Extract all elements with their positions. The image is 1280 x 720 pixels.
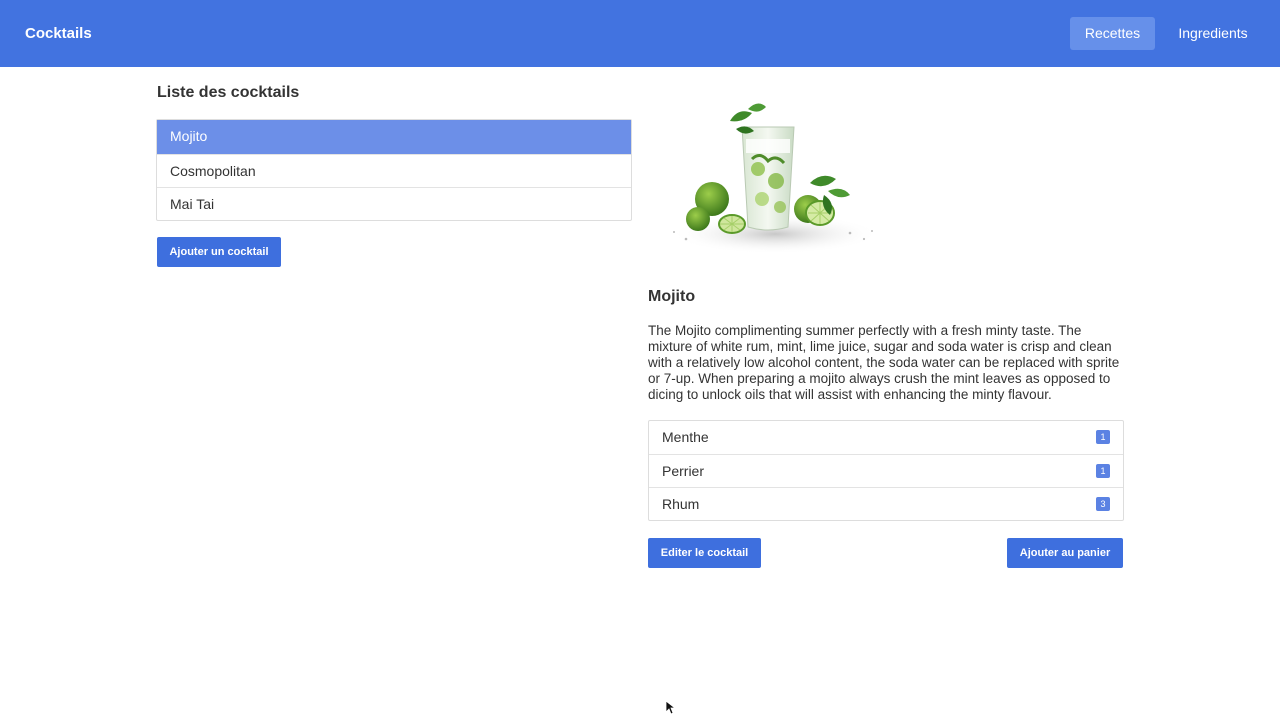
cocktail-list-item-mojito[interactable]: Mojito [157, 120, 631, 154]
mouse-cursor-icon [665, 700, 675, 715]
cocktail-list-item-cosmopolitan[interactable]: Cosmopolitan [157, 154, 631, 187]
cocktail-list-title: Liste des cocktails [157, 84, 300, 101]
quantity-badge: 3 [1096, 497, 1110, 511]
cocktail-image [670, 103, 880, 254]
brand-title[interactable]: Cocktails [25, 24, 92, 44]
cocktail-list: Mojito Cosmopolitan Mai Tai [156, 119, 632, 221]
cocktail-list-item-mai-tai[interactable]: Mai Tai [157, 187, 631, 220]
cocktail-detail-title: Mojito [648, 288, 696, 305]
add-cocktail-button[interactable]: Ajouter un cocktail [157, 237, 281, 267]
nav-link-ingredients[interactable]: Ingredients [1168, 17, 1258, 50]
ingredient-name: Rhum [662, 496, 700, 512]
add-to-cart-button[interactable]: Ajouter au panier [1007, 538, 1123, 568]
nav-link-recettes[interactable]: Recettes [1070, 17, 1155, 50]
ingredient-item[interactable]: Rhum 3 [649, 487, 1123, 520]
cocktail-description: The Mojito complimenting summer perfectl… [648, 323, 1120, 402]
edit-cocktail-button[interactable]: Editer le cocktail [648, 538, 761, 568]
ingredient-list: Menthe 1 Perrier 1 Rhum 3 [648, 420, 1124, 521]
quantity-badge: 1 [1096, 464, 1110, 478]
ingredient-name: Menthe [662, 429, 709, 445]
ingredient-name: Perrier [662, 463, 705, 479]
ingredient-item[interactable]: Menthe 1 [649, 421, 1123, 454]
top-navbar: Cocktails Recettes Ingredients [0, 0, 1280, 67]
ingredient-item[interactable]: Perrier 1 [649, 454, 1123, 487]
quantity-badge: 1 [1096, 430, 1110, 444]
